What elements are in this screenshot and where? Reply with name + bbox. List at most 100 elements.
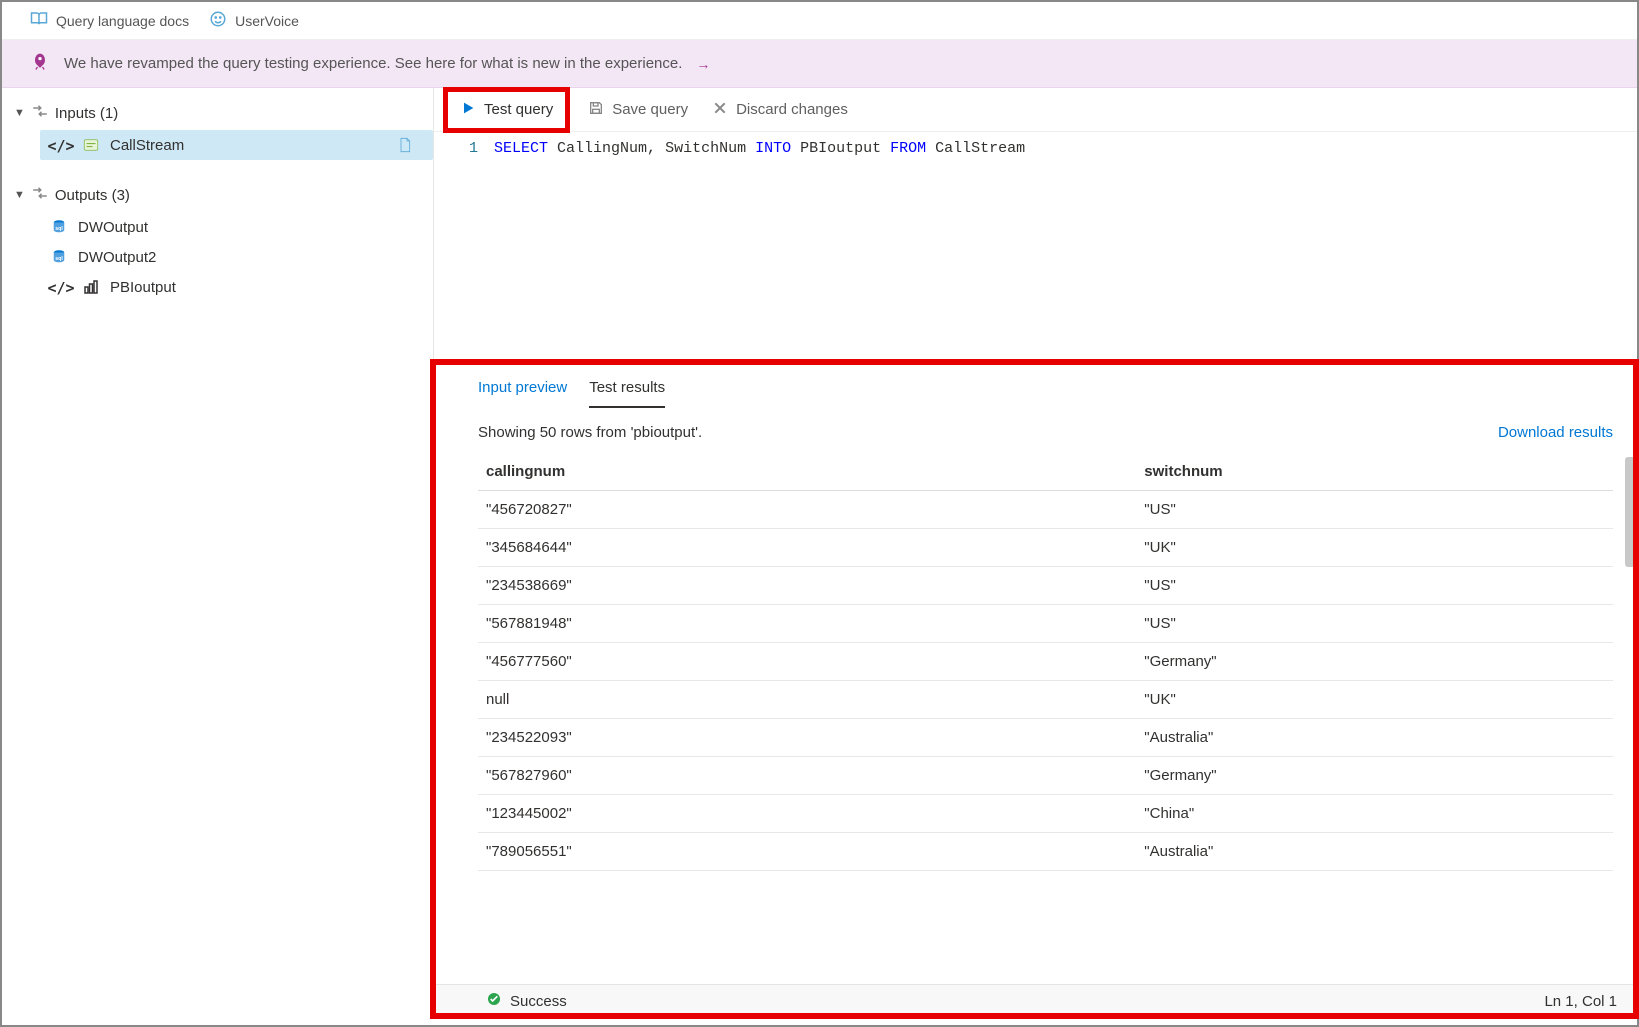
table-row[interactable]: "456720827""US" xyxy=(478,491,1613,529)
smiley-icon xyxy=(209,10,227,31)
results-panel: Input preview Test results Showing 50 ro… xyxy=(434,364,1637,1017)
cell-callingnum: null xyxy=(478,681,1136,719)
download-results-link[interactable]: Download results xyxy=(1498,424,1613,441)
table-row[interactable]: "567881948""US" xyxy=(478,605,1613,643)
table-header-row: callingnum switchnum xyxy=(478,453,1613,491)
uservoice-label: UserVoice xyxy=(235,13,299,29)
sql-icon: sql xyxy=(50,248,68,266)
main-panel: Test query Save query Discard changes 1 xyxy=(434,88,1637,1017)
chart-icon xyxy=(82,278,100,296)
close-icon xyxy=(712,100,728,120)
discard-button[interactable]: Discard changes xyxy=(700,92,860,128)
save-query-label: Save query xyxy=(612,101,688,118)
outputs-list: sql DWOutput sql DWOutput2 </> PBIoutput xyxy=(2,212,433,302)
stream-icon xyxy=(82,136,100,154)
caret-down-icon: ▼ xyxy=(14,107,25,119)
tab-input-preview[interactable]: Input preview xyxy=(478,379,567,408)
rocket-icon xyxy=(30,52,50,75)
svg-text:sql: sql xyxy=(55,226,63,232)
sidebar-item-dwoutput2[interactable]: sql DWOutput2 xyxy=(40,242,433,272)
cell-switchnum: "Australia" xyxy=(1136,719,1613,757)
save-icon xyxy=(588,100,604,120)
test-query-label: Test query xyxy=(484,101,553,118)
table-row[interactable]: "234538669""US" xyxy=(478,567,1613,605)
query-docs-label: Query language docs xyxy=(56,13,189,29)
col-callingnum: callingnum xyxy=(478,453,1136,491)
sidebar-item-dwoutput[interactable]: sql DWOutput xyxy=(40,212,433,242)
top-links-bar: Query language docs UserVoice xyxy=(2,2,1637,40)
cell-switchnum: "US" xyxy=(1136,491,1613,529)
action-bar: Test query Save query Discard changes xyxy=(434,88,1637,132)
query-docs-link[interactable]: Query language docs xyxy=(30,10,189,31)
table-row[interactable]: "456777560""Germany" xyxy=(478,643,1613,681)
results-tabs: Input preview Test results xyxy=(434,365,1637,408)
scrollbar-thumb[interactable] xyxy=(1625,457,1635,567)
code-content[interactable]: SELECT CallingNum, SwitchNum INTO PBIout… xyxy=(494,132,1637,364)
test-query-highlight: Test query xyxy=(443,87,570,133)
code-icon: </> xyxy=(50,137,72,153)
svg-text:sql: sql xyxy=(55,256,63,262)
banner-arrow-icon[interactable]: → xyxy=(696,56,710,72)
cell-callingnum: "345684644" xyxy=(478,529,1136,567)
outputs-io-icon xyxy=(31,184,49,206)
document-icon xyxy=(397,137,413,153)
sidebar: ▼ Inputs (1) </> CallStream ▼ xyxy=(2,88,434,1017)
status-success-label: Success xyxy=(510,993,567,1010)
results-summary-row: Showing 50 rows from 'pbioutput'. Downlo… xyxy=(434,408,1637,453)
table-row[interactable]: "567827960""Germany" xyxy=(478,757,1613,795)
banner-text: We have revamped the query testing exper… xyxy=(64,55,682,72)
cursor-position: Ln 1, Col 1 xyxy=(1544,993,1617,1010)
workspace: ▼ Inputs (1) </> CallStream ▼ xyxy=(2,88,1637,1017)
cell-callingnum: "456720827" xyxy=(478,491,1136,529)
cell-switchnum: "US" xyxy=(1136,567,1613,605)
sql-icon: sql xyxy=(50,218,68,236)
outputs-header-label: Outputs (3) xyxy=(55,187,130,204)
test-query-button[interactable]: Test query xyxy=(448,92,565,128)
sidebar-item-label: PBIoutput xyxy=(110,279,176,296)
cell-callingnum: "456777560" xyxy=(478,643,1136,681)
sidebar-item-label: DWOutput xyxy=(78,219,148,236)
results-table: callingnum switchnum "456720827""US""345… xyxy=(478,453,1613,871)
status-success: Success xyxy=(486,991,567,1011)
status-bar: Success Ln 1, Col 1 xyxy=(434,984,1637,1017)
inputs-io-icon xyxy=(31,102,49,124)
sidebar-item-pbioutput[interactable]: </> PBIoutput xyxy=(40,272,433,302)
success-icon xyxy=(486,991,502,1011)
cell-callingnum: "123445002" xyxy=(478,795,1136,833)
results-table-wrap[interactable]: callingnum switchnum "456720827""US""345… xyxy=(434,453,1637,984)
cell-switchnum: "US" xyxy=(1136,605,1613,643)
book-icon xyxy=(30,10,48,31)
table-row[interactable]: null"UK" xyxy=(478,681,1613,719)
cell-callingnum: "567827960" xyxy=(478,757,1136,795)
col-switchnum: switchnum xyxy=(1136,453,1613,491)
revamp-banner: We have revamped the query testing exper… xyxy=(2,40,1637,88)
line-number: 1 xyxy=(434,140,478,157)
inputs-header[interactable]: ▼ Inputs (1) xyxy=(2,96,433,130)
table-row[interactable]: "234522093""Australia" xyxy=(478,719,1613,757)
editor-gutter: 1 xyxy=(434,132,494,364)
uservoice-link[interactable]: UserVoice xyxy=(209,10,299,31)
cell-switchnum: "Australia" xyxy=(1136,833,1613,871)
code-icon: </> xyxy=(50,279,72,295)
cell-switchnum: "UK" xyxy=(1136,529,1613,567)
sidebar-item-label: DWOutput2 xyxy=(78,249,156,266)
discard-label: Discard changes xyxy=(736,101,848,118)
table-row[interactable]: "789056551""Australia" xyxy=(478,833,1613,871)
tab-test-results[interactable]: Test results xyxy=(589,379,665,408)
cell-switchnum: "Germany" xyxy=(1136,643,1613,681)
query-editor[interactable]: 1 SELECT CallingNum, SwitchNum INTO PBIo… xyxy=(434,132,1637,364)
table-row[interactable]: "345684644""UK" xyxy=(478,529,1613,567)
cell-callingnum: "234522093" xyxy=(478,719,1136,757)
cell-callingnum: "789056551" xyxy=(478,833,1136,871)
outputs-header[interactable]: ▼ Outputs (3) xyxy=(2,178,433,212)
play-icon xyxy=(460,100,476,120)
cell-switchnum: "China" xyxy=(1136,795,1613,833)
results-summary: Showing 50 rows from 'pbioutput'. xyxy=(478,424,702,441)
save-query-button[interactable]: Save query xyxy=(576,92,700,128)
sidebar-item-callstream[interactable]: </> CallStream xyxy=(40,130,433,160)
cell-switchnum: "UK" xyxy=(1136,681,1613,719)
table-row[interactable]: "123445002""China" xyxy=(478,795,1613,833)
sidebar-item-label: CallStream xyxy=(110,137,184,154)
cell-callingnum: "234538669" xyxy=(478,567,1136,605)
inputs-header-label: Inputs (1) xyxy=(55,105,118,122)
